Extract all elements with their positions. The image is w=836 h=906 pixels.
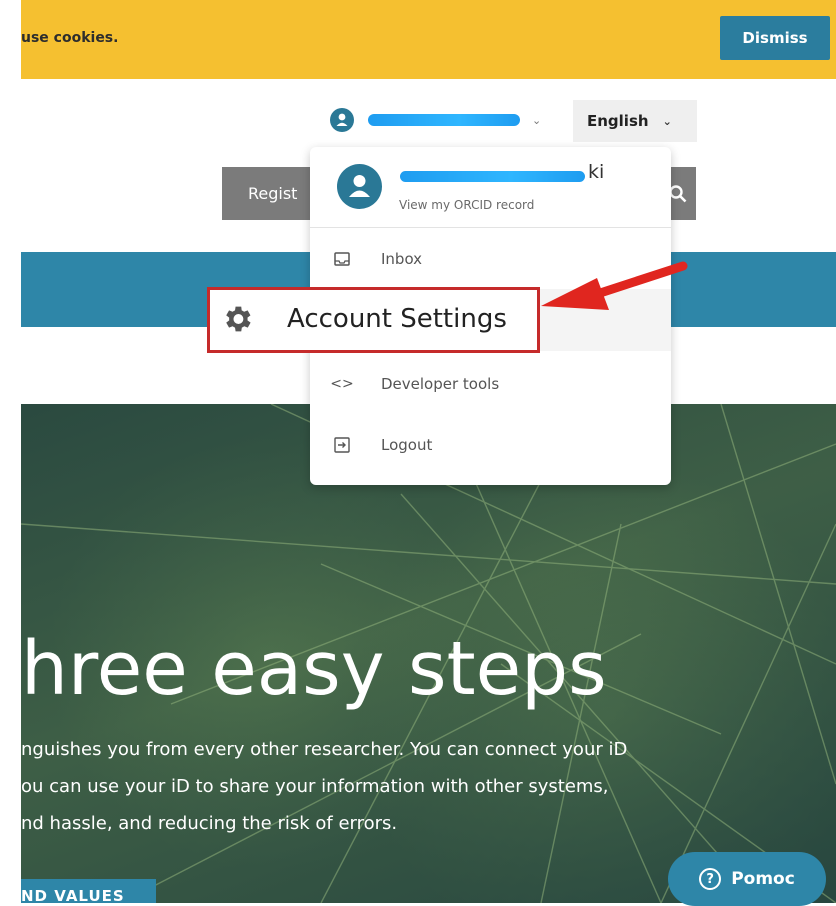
- chevron-down-icon: ⌄: [532, 113, 542, 127]
- language-select[interactable]: English ⌄: [573, 100, 697, 142]
- user-avatar-icon: [330, 108, 354, 132]
- person-icon: [349, 175, 370, 197]
- hero-text-line: ou can use your iD to share your informa…: [21, 776, 609, 797]
- profile-name-redacted: [400, 171, 585, 182]
- chevron-down-icon: ⌄: [662, 114, 672, 128]
- hero-text-line: nd hassle, and reducing the risk of erro…: [21, 813, 398, 834]
- user-menu-toggle[interactable]: ⌄: [330, 105, 541, 135]
- left-margin: [0, 0, 21, 903]
- register-button[interactable]: Regist: [222, 167, 312, 220]
- logout-icon: [333, 436, 351, 454]
- language-label: English: [587, 112, 649, 130]
- dropdown-profile-header[interactable]: ki View my ORCID record: [310, 147, 671, 228]
- search-icon: [669, 184, 687, 202]
- menu-item-label: Logout: [381, 436, 433, 454]
- question-icon: ?: [699, 868, 722, 890]
- register-label: Regist: [248, 184, 298, 203]
- person-icon: [336, 113, 348, 126]
- hero-title: hree easy steps: [21, 626, 607, 712]
- menu-item-account-settings[interactable]: Account Settings: [207, 287, 540, 353]
- find-values-button[interactable]: ND VALUES: [21, 879, 156, 903]
- help-label: Pomoc: [731, 869, 795, 889]
- menu-item-label: Inbox: [381, 250, 423, 268]
- cookie-banner: [21, 0, 836, 79]
- gear-icon: [220, 302, 254, 340]
- menu-item-developer-tools[interactable]: <> Developer tools: [310, 353, 671, 415]
- code-icon: <>: [330, 376, 354, 392]
- cookie-banner-text: use cookies.: [21, 30, 119, 46]
- dismiss-button[interactable]: Dismiss: [720, 16, 830, 60]
- menu-item-label: Account Settings: [287, 304, 507, 334]
- arrow-annotation: [541, 261, 688, 310]
- avatar: [337, 164, 382, 209]
- hero-text-line: nguishes you from every other researcher…: [21, 739, 628, 760]
- menu-item-label: Developer tools: [381, 375, 500, 393]
- view-record-link[interactable]: View my ORCID record: [399, 198, 534, 212]
- username-redacted: [368, 114, 520, 126]
- profile-name-suffix: ki: [588, 161, 605, 183]
- help-button[interactable]: ? Pomoc: [668, 852, 826, 906]
- inbox-icon: [333, 250, 351, 268]
- menu-item-logout[interactable]: Logout: [310, 414, 671, 476]
